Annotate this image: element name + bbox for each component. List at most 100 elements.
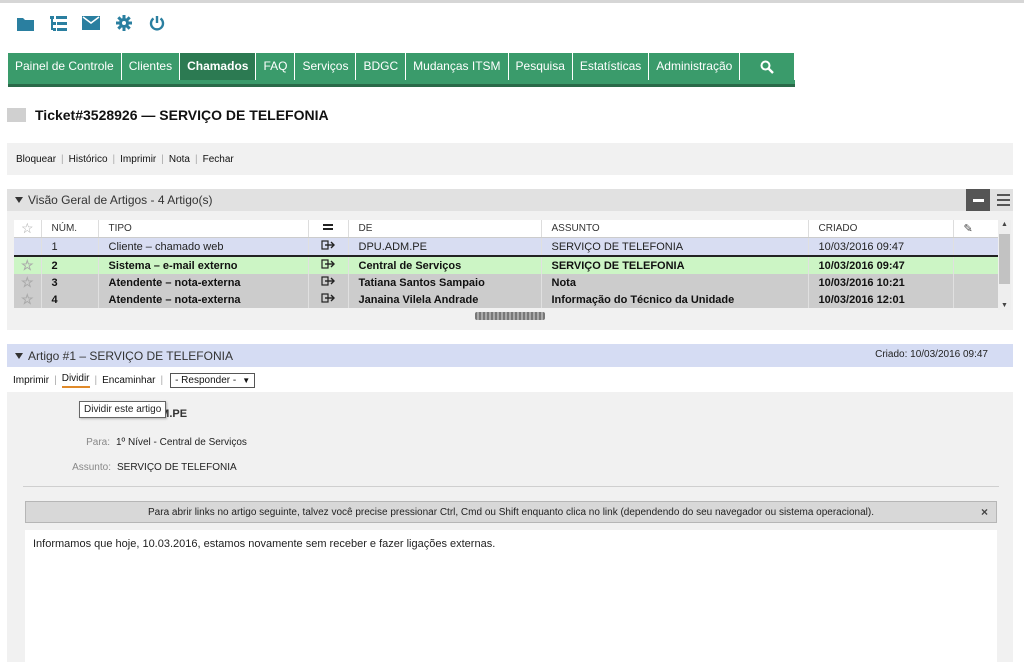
cell-attachment	[953, 237, 999, 256]
envelope-icon[interactable]	[81, 13, 101, 33]
close-icon[interactable]: ×	[981, 505, 988, 519]
article-title: Artigo #1 – SERVIÇO DE TELEFONIA	[28, 348, 233, 363]
column-header-num[interactable]: NÚM.	[41, 220, 99, 238]
scroll-up-arrow-icon[interactable]: ▲	[998, 221, 1011, 228]
cell-num: 2	[41, 255, 99, 274]
star-cell[interactable]: ☆	[14, 291, 42, 308]
direction-column-header[interactable]	[308, 220, 349, 238]
nav-bdgc[interactable]: BDGC	[356, 53, 407, 80]
table-row[interactable]: ☆ 3 Atendente – nota-externa Tatiana San…	[14, 274, 999, 291]
separator: |	[94, 375, 98, 386]
nota-link[interactable]: Nota	[169, 154, 190, 165]
article-overview-title: Visão Geral de Artigos - 4 Artigo(s)	[28, 193, 213, 207]
cell-assunto: SERVIÇO DE TELEFONIA	[541, 255, 809, 274]
cell-attachment	[953, 255, 999, 274]
table-scrollbar[interactable]: ▲ ▼	[998, 220, 1011, 310]
folder-icon[interactable]	[15, 13, 35, 33]
direction-arrows-icon	[323, 224, 333, 230]
cell-criado: 10/03/2016 09:47	[808, 255, 954, 274]
cell-attachment	[953, 274, 999, 291]
nav-faq[interactable]: FAQ	[256, 53, 296, 80]
fechar-link[interactable]: Fechar	[203, 154, 234, 165]
collapse-triangle-icon[interactable]	[15, 352, 23, 359]
nav-mudancas-itsm[interactable]: Mudanças ITSM	[406, 53, 509, 80]
to-row: Para: 1º Nível - Central de Serviços	[7, 437, 247, 448]
cell-num: 3	[41, 274, 99, 291]
hamburger-menu-icon[interactable]	[997, 194, 1010, 206]
cell-assunto: Nota	[541, 274, 809, 291]
nav-servicos[interactable]: Serviços	[295, 53, 357, 80]
paperclip-icon: ✎	[963, 223, 973, 235]
collapse-triangle-icon[interactable]	[15, 197, 23, 203]
column-header-tipo[interactable]: TIPO	[98, 220, 309, 238]
table-row[interactable]: ☆ 2 Sistema – e-mail externo Central de …	[14, 255, 999, 274]
ticket-action-bar: Bloquear | Histórico | Imprimir | Nota | Fec…	[7, 143, 1013, 175]
resize-handle[interactable]	[475, 312, 545, 320]
gear-icon[interactable]	[114, 13, 134, 33]
nav-administracao[interactable]: Administração	[649, 53, 741, 80]
cell-tipo: Sistema – e-mail externo	[98, 255, 309, 274]
star-cell[interactable]: ☆	[14, 255, 42, 274]
outgoing-icon	[308, 274, 349, 291]
cell-assunto: Informação do Técnico da Unidade	[541, 291, 809, 308]
article-overview-header[interactable]: Visão Geral de Artigos - 4 Artigo(s)	[7, 189, 1013, 211]
table-row[interactable]: ☆ 4 Atendente – nota-externa Janaina Vil…	[14, 291, 999, 308]
cell-criado: 10/03/2016 12:01	[808, 291, 954, 308]
article-header[interactable]: Artigo #1 – SERVIÇO DE TELEFONIA Criado:…	[7, 344, 1013, 367]
star-icon: ☆	[20, 257, 34, 273]
column-header-criado[interactable]: CRIADO	[808, 220, 954, 238]
encaminhar-link[interactable]: Encaminhar	[102, 375, 155, 386]
scroll-down-arrow-icon[interactable]: ▼	[998, 302, 1011, 309]
to-label: Para:	[86, 437, 110, 448]
article-body-text: Informamos que hoje, 10.03.2016, estamos…	[25, 530, 997, 662]
divider	[23, 486, 999, 487]
article-imprimir-link[interactable]: Imprimir	[13, 375, 49, 386]
dividir-link[interactable]: Dividir	[61, 373, 90, 388]
table-row[interactable]: 1 Cliente – chamado web DPU.ADM.PE SERVI…	[14, 237, 999, 256]
nav-pesquisa[interactable]: Pesquisa	[509, 53, 573, 80]
main-navigation: Painel de Controle Clientes Chamados FAQ…	[8, 53, 796, 87]
nav-estatisticas[interactable]: Estatísticas	[573, 53, 650, 80]
top-toolbar	[15, 13, 167, 33]
power-icon[interactable]	[147, 13, 167, 33]
top-border	[0, 0, 1024, 3]
outgoing-icon	[308, 291, 349, 308]
responder-select-value: - Responder -	[175, 375, 237, 386]
star-column-header[interactable]: ☆	[14, 220, 42, 238]
nav-painel-de-controle[interactable]: Painel de Controle	[8, 53, 122, 80]
cell-num: 4	[41, 291, 99, 308]
cell-assunto: SERVIÇO DE TELEFONIA	[541, 237, 809, 256]
star-cell[interactable]: ☆	[14, 274, 42, 291]
table-header-row: ☆ NÚM. TIPO DE ASSUNTO CRIADO ✎	[14, 220, 999, 238]
article-body-content: Informamos que hoje, 10.03.2016, estamos…	[33, 538, 496, 550]
star-icon: ☆	[20, 274, 34, 290]
subject-row: Assunto: SERVIÇO DE TELEFONIA	[7, 462, 237, 473]
link-notice-text: Para abrir links no artigo seguinte, tal…	[148, 506, 874, 518]
cell-attachment	[953, 291, 999, 308]
column-header-assunto[interactable]: ASSUNTO	[541, 220, 809, 238]
imprimir-link[interactable]: Imprimir	[120, 154, 156, 165]
ticket-title: Ticket#3528926 — SERVIÇO DE TELEFONIA	[35, 107, 329, 123]
tree-list-icon[interactable]	[48, 13, 68, 33]
separator: |	[112, 153, 116, 165]
attachment-column-header[interactable]: ✎	[953, 220, 999, 238]
column-header-de[interactable]: DE	[348, 220, 542, 238]
star-cell[interactable]	[14, 237, 42, 256]
responder-select[interactable]: - Responder - ▼	[170, 373, 256, 388]
scrollbar-thumb[interactable]	[999, 234, 1010, 284]
minimize-button[interactable]	[966, 189, 990, 211]
separator: |	[54, 375, 57, 386]
historico-link[interactable]: Histórico	[69, 154, 108, 165]
search-icon[interactable]	[740, 53, 796, 80]
cell-de: Central de Serviços	[348, 255, 542, 274]
cell-criado: 10/03/2016 09:47	[808, 237, 954, 256]
ticket-status-square	[7, 108, 26, 122]
incoming-icon	[308, 237, 349, 256]
article-created: Criado: 10/03/2016 09:47	[875, 349, 988, 360]
nav-clientes[interactable]: Clientes	[122, 53, 181, 80]
minus-icon	[972, 198, 984, 202]
separator: |	[61, 153, 64, 165]
bloquear-link[interactable]: Bloquear	[16, 154, 56, 165]
nav-chamados[interactable]: Chamados	[180, 53, 257, 80]
cell-num: 1	[41, 237, 99, 256]
